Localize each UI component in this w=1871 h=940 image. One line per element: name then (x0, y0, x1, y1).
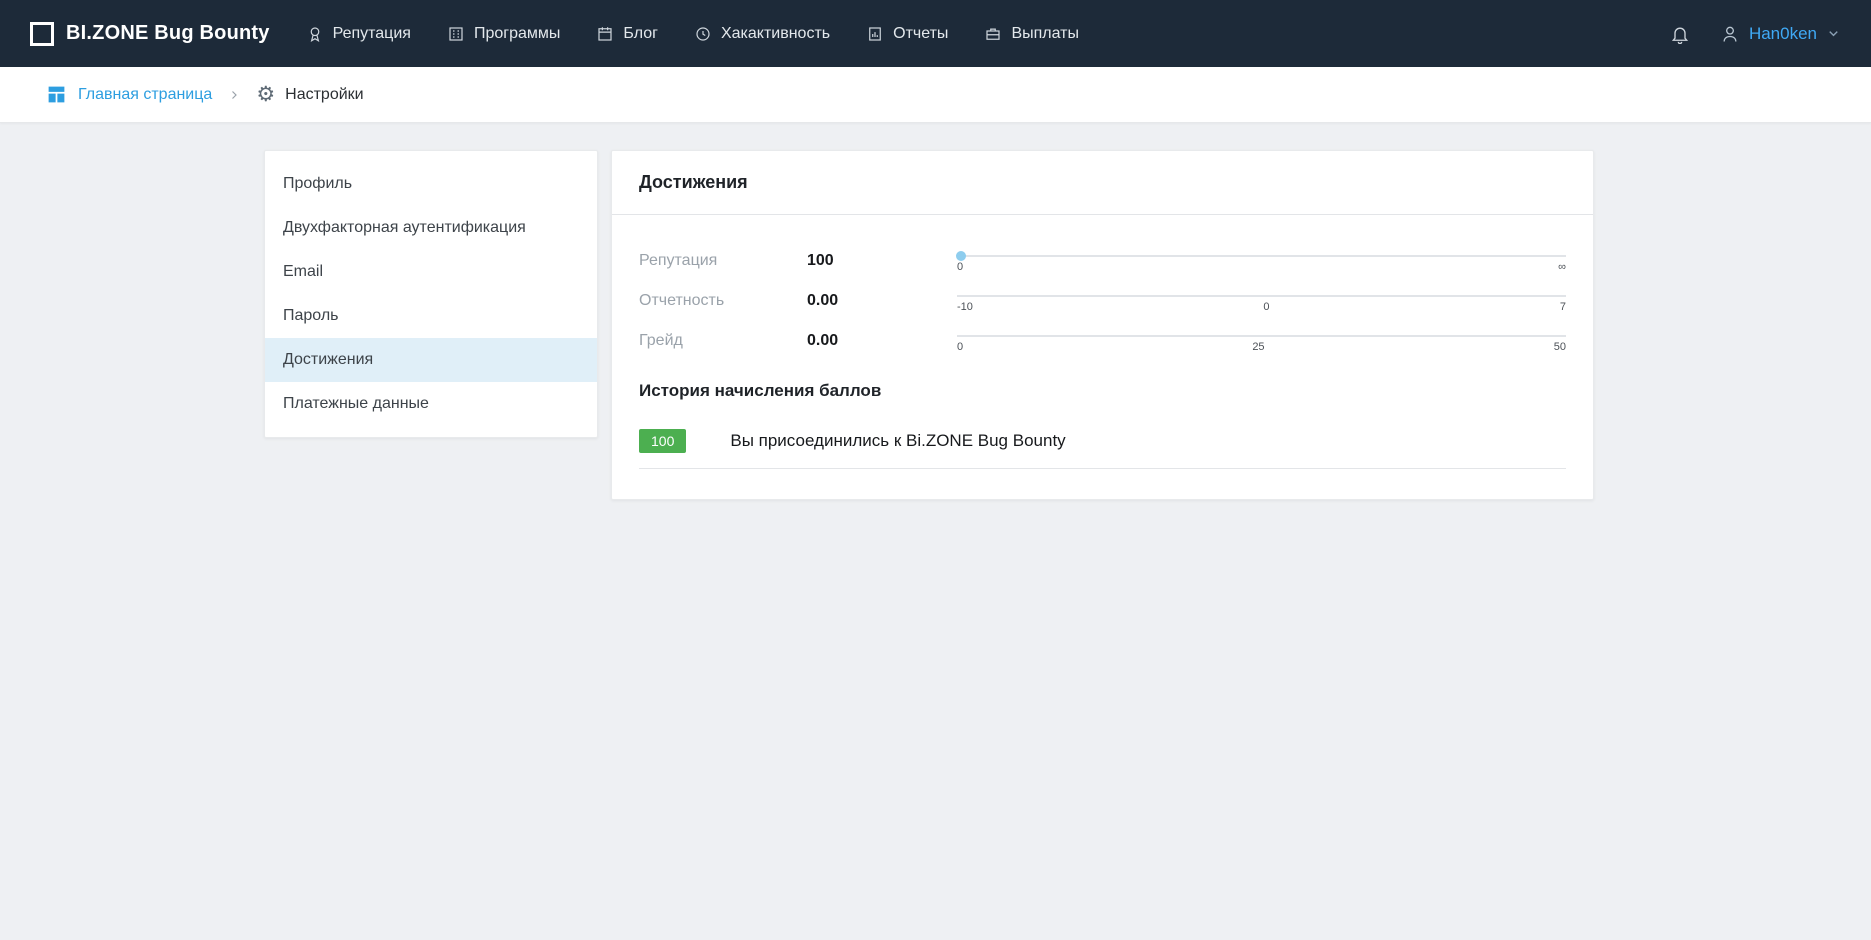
metric-value: 100 (807, 252, 957, 270)
slider-scale: 0 ∞ (957, 261, 1566, 273)
metric-label: Грейд (639, 332, 807, 350)
breadcrumb: Главная страница ⚙ Настройки (0, 67, 1871, 123)
calendar-icon (596, 25, 614, 43)
username: Han0ken (1749, 24, 1817, 44)
menu-item-payment-data[interactable]: Платежные данные (265, 382, 597, 426)
report-icon (866, 25, 884, 43)
breadcrumb-home-label: Главная страница (78, 86, 212, 104)
history-entry: 100 Вы присоединились к Bi.ZONE Bug Boun… (639, 429, 1566, 469)
slider-track (957, 335, 1566, 337)
nav-item-programs[interactable]: Программы (447, 25, 560, 43)
slider-track (957, 255, 1566, 257)
nav-item-label: Выплаты (1011, 25, 1079, 43)
metric-row-reporting: Отчетность 0.00 -10 0 7 (639, 281, 1566, 321)
user-menu[interactable]: Han0ken (1720, 24, 1841, 44)
metric-label: Репутация (639, 252, 807, 270)
brand-name: BI.ZONE Bug Bounty (66, 22, 270, 45)
building-icon (447, 25, 465, 43)
menu-item-two-factor[interactable]: Двухфакторная аутентификация (265, 206, 597, 250)
dashboard-grid-icon (46, 84, 67, 105)
achievements-card-header: Достижения (612, 151, 1593, 215)
card-title: Достижения (639, 172, 748, 193)
metric-value: 0.00 (807, 332, 957, 350)
scale-label-mid: 25 (1252, 341, 1264, 353)
chevron-right-icon (228, 89, 240, 101)
scale-label-mid: 0 (1263, 301, 1269, 313)
gear-icon: ⚙ (256, 84, 275, 105)
metric-row-reputation: Репутация 100 0 ∞ (639, 241, 1566, 281)
menu-item-password[interactable]: Пароль (265, 294, 597, 338)
history-icon (694, 25, 712, 43)
scale-label-max: 7 (1560, 301, 1566, 313)
menu-item-achievements[interactable]: Достижения (265, 338, 597, 382)
metric-value: 0.00 (807, 292, 957, 310)
breadcrumb-current: ⚙ Настройки (256, 84, 363, 105)
briefcase-icon (984, 25, 1002, 43)
main-nav: Репутация Программы Блог (306, 25, 1079, 43)
scale-label-min: 0 (957, 341, 963, 353)
notifications-bell-icon[interactable] (1670, 24, 1690, 44)
navbar-right: Han0ken (1670, 24, 1841, 44)
scale-label-min: -10 (957, 301, 973, 313)
nav-item-reports[interactable]: Отчеты (866, 25, 948, 43)
nav-item-blog[interactable]: Блог (596, 25, 658, 43)
metric-slider: 0 ∞ (957, 250, 1566, 272)
nav-item-label: Репутация (333, 25, 411, 43)
bizone-logo-icon (30, 22, 54, 46)
nav-item-label: Хакактивность (721, 25, 830, 43)
award-icon (306, 25, 324, 43)
slider-scale: -10 0 7 (957, 301, 1566, 313)
scale-label-max: ∞ (1558, 261, 1566, 273)
nav-item-label: Отчеты (893, 25, 948, 43)
brand[interactable]: BI.ZONE Bug Bounty (30, 22, 270, 46)
points-badge: 100 (639, 429, 686, 453)
settings-menu: Профиль Двухфакторная аутентификация Ema… (264, 150, 598, 438)
slider-handle (956, 251, 966, 261)
top-navbar: BI.ZONE Bug Bounty Репутация Программы (0, 0, 1871, 67)
nav-item-label: Программы (474, 25, 560, 43)
user-icon (1720, 24, 1740, 44)
nav-item-reputation[interactable]: Репутация (306, 25, 411, 43)
slider-scale: 0 25 50 (957, 341, 1566, 353)
breadcrumb-home-link[interactable]: Главная страница (46, 84, 212, 105)
menu-item-email[interactable]: Email (265, 250, 597, 294)
nav-item-payments[interactable]: Выплаты (984, 25, 1079, 43)
scale-label-max: 50 (1554, 341, 1566, 353)
metric-slider: 0 25 50 (957, 330, 1566, 352)
history-entry-text: Вы присоединились к Bi.ZONE Bug Bounty (730, 431, 1065, 451)
slider-track (957, 295, 1566, 297)
scale-label-min: 0 (957, 261, 963, 273)
menu-item-profile[interactable]: Профиль (265, 162, 597, 206)
achievements-card: Достижения Репутация 100 0 ∞ Отчетность (611, 150, 1594, 500)
page-content: Профиль Двухфакторная аутентификация Ema… (0, 123, 1871, 940)
nav-item-hackactivity[interactable]: Хакактивность (694, 25, 830, 43)
metric-label: Отчетность (639, 292, 807, 310)
metric-row-grade: Грейд 0.00 0 25 50 (639, 321, 1566, 361)
breadcrumb-current-label: Настройки (285, 86, 363, 104)
metric-slider: -10 0 7 (957, 290, 1566, 312)
history-title: История начисления баллов (639, 381, 1566, 401)
achievements-card-body: Репутация 100 0 ∞ Отчетность 0.00 (612, 215, 1593, 499)
chevron-down-icon (1826, 26, 1841, 41)
nav-item-label: Блог (623, 25, 658, 43)
